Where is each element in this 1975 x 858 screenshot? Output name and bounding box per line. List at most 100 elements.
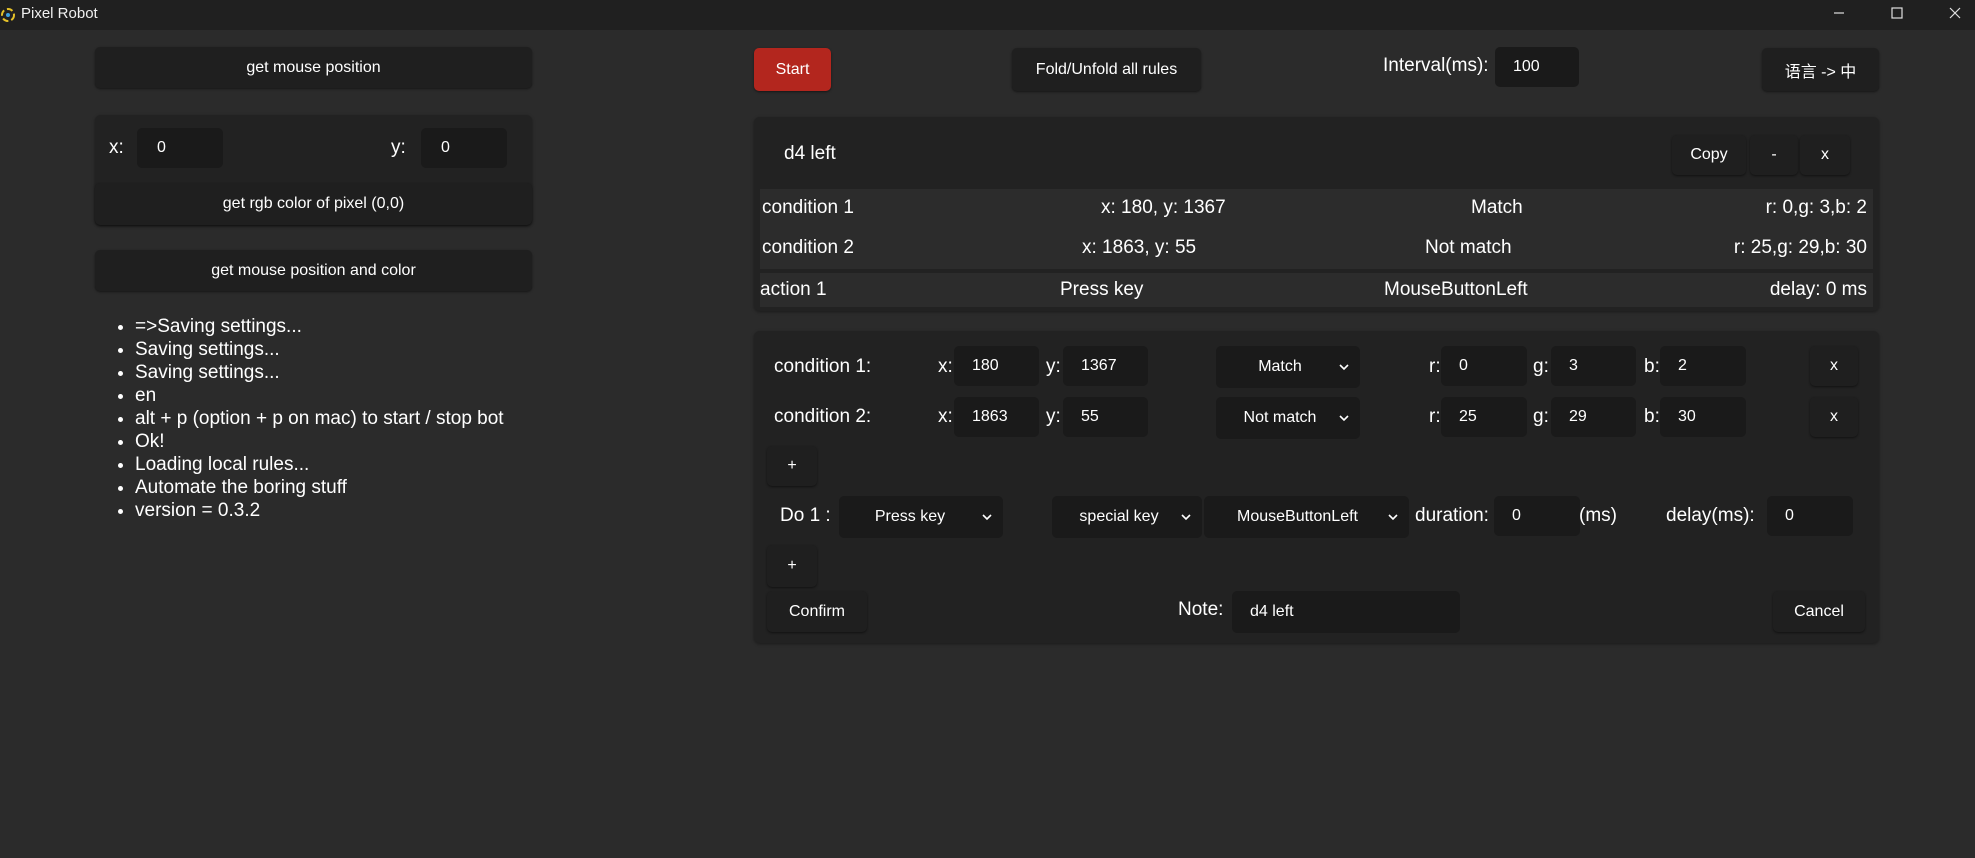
- delete-rule-button[interactable]: x: [1800, 135, 1850, 175]
- condition-r-input[interactable]: 25: [1441, 397, 1527, 437]
- remove-condition-button[interactable]: x: [1810, 397, 1858, 437]
- close-window-button[interactable]: [1926, 0, 1975, 26]
- key-kind-select[interactable]: special key: [1052, 496, 1202, 538]
- chevron-down-icon: [1339, 364, 1349, 371]
- condition-summary-label: condition 2: [762, 237, 854, 258]
- condition-summary-match: Match: [1471, 197, 1523, 218]
- maximize-button[interactable]: [1868, 0, 1926, 26]
- get-mouse-position-button[interactable]: get mouse position: [95, 47, 532, 88]
- note-label: Note:: [1178, 599, 1224, 620]
- rule-summary-panel[interactable]: d4 left Copy - x condition 1 x: 180, y: …: [754, 117, 1879, 311]
- action-type-value: Press key: [874, 508, 946, 525]
- condition-y-input[interactable]: 55: [1063, 397, 1148, 437]
- confirm-button[interactable]: Confirm: [767, 591, 867, 632]
- interval-label: Interval(ms):: [1383, 55, 1489, 76]
- key-kind-value: special key: [1079, 508, 1159, 525]
- conditions-summary: condition 1 x: 180, y: 1367 Match r: 0,g…: [760, 189, 1873, 269]
- b-label: b:: [1644, 356, 1660, 377]
- chevron-down-icon: [1181, 514, 1191, 521]
- duration-label: duration:: [1415, 505, 1489, 526]
- remove-condition-button[interactable]: x: [1810, 346, 1858, 386]
- ms-label: (ms): [1579, 505, 1617, 526]
- chevron-down-icon: [1339, 415, 1349, 422]
- delay-label: delay(ms):: [1666, 505, 1755, 526]
- condition-b-input[interactable]: 30: [1660, 397, 1746, 437]
- collapse-rule-button[interactable]: -: [1750, 135, 1798, 175]
- note-input[interactable]: d4 left: [1232, 591, 1460, 633]
- log-item: Saving settings...: [135, 361, 504, 384]
- do-action-label: Do 1 :: [780, 505, 831, 526]
- key-select[interactable]: MouseButtonLeft: [1204, 496, 1409, 538]
- start-button[interactable]: Start: [754, 48, 831, 91]
- condition-x-input[interactable]: 1863: [954, 397, 1039, 437]
- log-item: alt + p (option + p on mac) to start / s…: [135, 407, 504, 430]
- log-item: =>Saving settings...: [135, 315, 504, 338]
- maximize-icon: [1891, 7, 1903, 19]
- condition-y-input[interactable]: 1367: [1063, 346, 1148, 386]
- title-bar: Pixel Robot: [0, 0, 1975, 30]
- x-label: x:: [109, 137, 124, 158]
- y-label: y:: [1046, 356, 1061, 377]
- log-item: Saving settings...: [135, 338, 504, 361]
- action-summary-delay: delay: 0 ms: [1769, 279, 1867, 300]
- condition-label: condition 2:: [774, 406, 872, 427]
- y-label: y:: [1046, 406, 1061, 427]
- app-logo-icon: [1, 8, 15, 22]
- log-item: Loading local rules...: [135, 453, 504, 476]
- x-label: x:: [938, 406, 953, 427]
- g-label: g:: [1533, 356, 1549, 377]
- action-summary-key: MouseButtonLeft: [1384, 279, 1528, 300]
- minimize-button[interactable]: [1810, 0, 1868, 26]
- condition-summary-rgb: r: 0,g: 3,b: 2: [1765, 197, 1867, 218]
- r-label: r:: [1429, 406, 1441, 427]
- g-label: g:: [1533, 406, 1549, 427]
- b-label: b:: [1644, 406, 1660, 427]
- y-label: y:: [391, 137, 406, 158]
- log-item: en: [135, 384, 504, 407]
- pixel-color-panel: x: 0 y: 0 get rgb color of pixel (0,0): [95, 115, 532, 225]
- rule-editor-panel: condition 1: x: 180 y: 1367 Match r: 0 g…: [754, 331, 1879, 643]
- cancel-button[interactable]: Cancel: [1773, 591, 1865, 632]
- get-mouse-position-and-color-button[interactable]: get mouse position and color: [95, 250, 532, 291]
- copy-rule-button[interactable]: Copy: [1672, 135, 1746, 175]
- match-select-value: Match: [1258, 358, 1302, 375]
- add-action-button[interactable]: +: [767, 545, 817, 587]
- chevron-down-icon: [982, 514, 992, 521]
- log-item: version = 0.3.2: [135, 499, 504, 522]
- window-title: Pixel Robot: [21, 5, 98, 22]
- rule-name: d4 left: [784, 143, 836, 164]
- condition-summary-position: x: 1863, y: 55: [1082, 237, 1197, 258]
- key-value: MouseButtonLeft: [1237, 508, 1358, 525]
- r-label: r:: [1429, 356, 1441, 377]
- close-icon: [1949, 7, 1961, 19]
- log-item: Ok!: [135, 430, 504, 453]
- get-rgb-color-button[interactable]: get rgb color of pixel (0,0): [95, 183, 532, 225]
- minimize-icon: [1834, 12, 1844, 14]
- language-toggle-button[interactable]: 语言 -> 中: [1762, 48, 1879, 91]
- condition-g-input[interactable]: 3: [1551, 346, 1636, 386]
- add-condition-button[interactable]: +: [767, 446, 817, 486]
- condition-summary-rgb: r: 25,g: 29,b: 30: [1733, 237, 1867, 258]
- action-summary-label: action 1: [760, 279, 827, 300]
- condition-g-input[interactable]: 29: [1551, 397, 1636, 437]
- match-select-value: Not match: [1243, 409, 1317, 426]
- fold-unfold-rules-button[interactable]: Fold/Unfold all rules: [1012, 48, 1201, 91]
- condition-r-input[interactable]: 0: [1441, 346, 1527, 386]
- match-select[interactable]: Not match: [1216, 397, 1360, 439]
- condition-summary-match: Not match: [1425, 237, 1512, 258]
- action-type-select[interactable]: Press key: [839, 496, 1003, 538]
- duration-input[interactable]: 0: [1494, 496, 1580, 536]
- condition-b-input[interactable]: 2: [1660, 346, 1746, 386]
- condition-summary-position: x: 180, y: 1367: [1101, 197, 1226, 218]
- condition-label: condition 1:: [774, 356, 872, 377]
- delay-input[interactable]: 0: [1767, 496, 1853, 536]
- log-item: Automate the boring stuff: [135, 476, 504, 499]
- condition-x-input[interactable]: 180: [954, 346, 1039, 386]
- condition-summary-label: condition 1: [762, 197, 854, 218]
- x-input[interactable]: 0: [137, 128, 223, 168]
- log-list: =>Saving settings... Saving settings... …: [108, 315, 504, 522]
- interval-input[interactable]: 100: [1495, 47, 1579, 87]
- y-input[interactable]: 0: [421, 128, 507, 168]
- action-summary: action 1 Press key MouseButtonLeft delay…: [760, 273, 1873, 307]
- match-select[interactable]: Match: [1216, 346, 1360, 388]
